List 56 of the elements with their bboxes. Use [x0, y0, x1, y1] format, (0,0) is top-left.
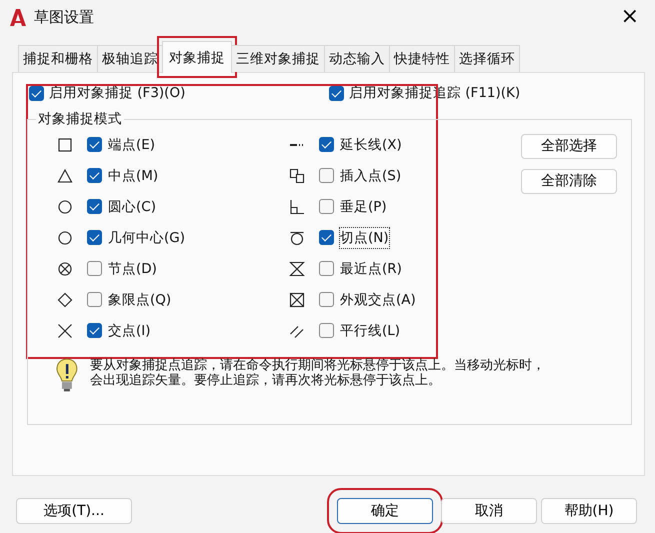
checkbox[interactable]	[319, 261, 334, 276]
checkbox-label[interactable]: 插入点(S)	[340, 166, 402, 186]
checkbox[interactable]	[87, 323, 102, 338]
checkbox-label[interactable]: 垂足(P)	[340, 196, 387, 217]
button[interactable]: 取消	[441, 498, 537, 524]
lightbulb-icon	[56, 358, 78, 392]
tab[interactable]: 三维对象捕捉	[231, 44, 325, 72]
checkbox[interactable]	[319, 137, 334, 152]
checkbox-label[interactable]: 平行线(L)	[340, 320, 400, 341]
checkbox-label[interactable]: 几何中心(G)	[108, 228, 185, 248]
triangle-icon	[57, 168, 73, 184]
checkbox-label[interactable]: 端点(E)	[108, 134, 156, 155]
app-logo-icon	[10, 8, 26, 26]
close-button[interactable]: ×	[614, 6, 645, 28]
crossed-square-icon	[289, 292, 305, 308]
checkbox-label[interactable]: 中点(M)	[108, 166, 158, 186]
checkbox-label[interactable]: 圆心(C)	[108, 196, 156, 217]
right-angle-icon	[289, 198, 305, 215]
checkbox[interactable]	[29, 86, 44, 101]
checkbox[interactable]	[319, 323, 334, 338]
hourglass-icon	[289, 260, 305, 277]
square-icon	[57, 136, 73, 153]
circle-icon	[57, 198, 73, 215]
checkbox[interactable]	[87, 168, 102, 184]
window-title: 草图设置	[34, 6, 95, 28]
checkbox[interactable]	[329, 86, 344, 101]
checkbox[interactable]	[87, 137, 102, 152]
stepped-squares-icon	[289, 168, 305, 184]
checkbox[interactable]	[87, 199, 102, 214]
tab[interactable]: 捕捉和栅格	[18, 44, 98, 72]
button[interactable]: 全部清除	[521, 169, 617, 194]
checkbox-label[interactable]: 节点(D)	[108, 258, 157, 279]
checkbox-label[interactable]: 外观交点(A)	[340, 290, 416, 310]
dashed-line-icon	[289, 142, 305, 147]
checkbox-label[interactable]: 切点(N)	[340, 228, 389, 248]
checkbox-label[interactable]: 延长线(X)	[340, 134, 402, 155]
checkbox-label[interactable]: 最近点(R)	[340, 258, 402, 279]
crossed-circle-icon	[57, 260, 73, 277]
circle-icon	[57, 230, 73, 246]
hint-text: 要从对象捕捉点追踪，请在命令执行期间将光标悬停于该点上。当移动光标时，会出现追踪矢量。要停止追踪，请再次将光标悬停于该点上。	[90, 358, 546, 390]
checkbox[interactable]	[319, 292, 334, 308]
button[interactable]: 全部选择	[521, 134, 617, 160]
diamond-icon	[57, 292, 73, 308]
checkbox[interactable]	[87, 261, 102, 276]
checkbox[interactable]	[319, 168, 334, 184]
checkbox[interactable]	[319, 199, 334, 214]
cross-icon	[57, 322, 73, 339]
tab[interactable]: 选择循环	[454, 44, 520, 72]
checkbox-label[interactable]: 交点(I)	[108, 320, 151, 341]
checkbox[interactable]	[87, 292, 102, 308]
options-button[interactable]: 选项(T)...	[16, 498, 132, 524]
checkbox-label[interactable]: 启用对象捕捉 (F3)(O)	[49, 83, 186, 104]
checkbox[interactable]	[319, 230, 334, 246]
checkbox-label[interactable]: 象限点(Q)	[108, 290, 172, 310]
button[interactable]: 帮助(H)	[541, 498, 637, 524]
checkbox[interactable]	[87, 230, 102, 246]
